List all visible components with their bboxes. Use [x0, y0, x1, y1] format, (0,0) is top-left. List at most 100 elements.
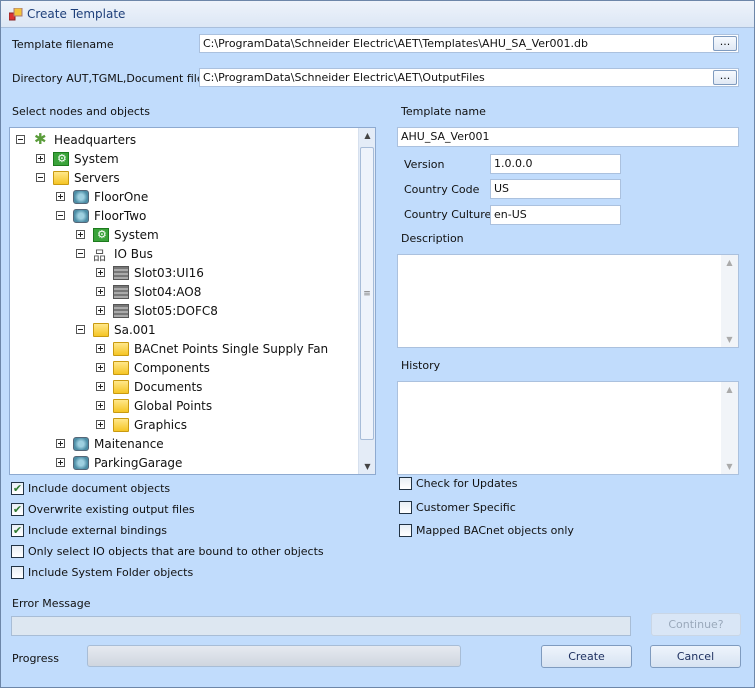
- node-tree[interactable]: ▲ ≡ ▼ Headquarters System Servers FloorOne F…: [9, 127, 376, 475]
- folder-icon: [113, 379, 129, 394]
- checked-checkbox-icon[interactable]: ✔: [11, 482, 24, 495]
- unchecked-checkbox-icon[interactable]: [399, 501, 412, 514]
- system-icon: [93, 227, 109, 242]
- country-culture-label: Country Culture: [404, 208, 492, 221]
- scroll-up-icon[interactable]: ▲: [359, 131, 375, 140]
- tree-node[interactable]: FloorOne: [56, 187, 148, 206]
- tree-node-label: Maitenance: [94, 436, 164, 451]
- expand-icon[interactable]: [96, 401, 105, 410]
- collapse-icon[interactable]: [56, 211, 65, 220]
- tree-node[interactable]: BACnet Points Single Supply Fan: [96, 339, 328, 358]
- checkbox-option[interactable]: Customer Specific: [399, 501, 516, 514]
- tree-node[interactable]: Servers: [36, 168, 120, 187]
- window-title: Create Template: [27, 7, 126, 21]
- expand-icon[interactable]: [96, 268, 105, 277]
- tree-node[interactable]: IO Bus: [76, 244, 153, 264]
- browse-filename-button[interactable]: ...: [713, 36, 737, 51]
- tree-node[interactable]: ParkingGarage: [56, 453, 182, 472]
- checkbox-option[interactable]: Only select IO objects that are bound to…: [11, 545, 324, 558]
- system-icon: [53, 151, 69, 166]
- description-textarea[interactable]: ▲ ▼: [397, 254, 739, 348]
- expand-icon[interactable]: [56, 192, 65, 201]
- folder-icon: [53, 170, 69, 185]
- cancel-button[interactable]: Cancel: [650, 645, 741, 668]
- country-culture-input[interactable]: en-US: [490, 205, 621, 225]
- create-button[interactable]: Create: [541, 645, 632, 668]
- unchecked-checkbox-icon[interactable]: [11, 566, 24, 579]
- scroll-thumb[interactable]: ≡: [360, 147, 374, 440]
- folder-icon: [113, 341, 129, 356]
- checkbox-option[interactable]: ✔ Include document objects: [11, 482, 170, 495]
- tree-node[interactable]: Headquarters: [16, 130, 136, 149]
- collapse-icon[interactable]: [16, 135, 25, 144]
- expand-icon[interactable]: [96, 306, 105, 315]
- tree-node[interactable]: Components: [96, 358, 210, 377]
- progress-label: Progress: [12, 652, 59, 665]
- title-bar: Create Template: [1, 1, 754, 28]
- expand-icon[interactable]: [56, 458, 65, 467]
- tree-node[interactable]: Sa.001: [76, 320, 156, 339]
- tree-node-label: Servers: [74, 170, 120, 185]
- template-filename-input[interactable]: C:\ProgramData\Schneider Electric\AET\Te…: [199, 34, 739, 53]
- collapse-icon[interactable]: [76, 249, 85, 258]
- checked-checkbox-icon[interactable]: ✔: [11, 503, 24, 516]
- unchecked-checkbox-icon[interactable]: [11, 545, 24, 558]
- expand-icon[interactable]: [96, 363, 105, 372]
- tree-node-label: Sa.001: [114, 322, 156, 337]
- expand-icon[interactable]: [96, 382, 105, 391]
- expand-icon[interactable]: [96, 287, 105, 296]
- browse-directory-button[interactable]: ...: [713, 70, 737, 85]
- checkbox-option[interactable]: Include System Folder objects: [11, 566, 193, 579]
- tree-node-label: Components: [134, 360, 210, 375]
- folder-icon: [93, 322, 109, 337]
- tree-node-label: BACnet Points Single Supply Fan: [134, 341, 329, 356]
- checked-checkbox-icon[interactable]: ✔: [11, 524, 24, 537]
- tree-node[interactable]: FloorTwo: [56, 206, 146, 225]
- server-icon: [73, 208, 89, 223]
- tree-scrollbar[interactable]: ▲ ≡ ▼: [358, 128, 375, 474]
- expand-icon[interactable]: [56, 439, 65, 448]
- tree-node[interactable]: Slot04:AO8: [96, 282, 201, 301]
- tree-node-label: Documents: [134, 379, 203, 394]
- tree-node[interactable]: System: [36, 149, 119, 168]
- tree-node-label: Slot05:DOFC8: [134, 303, 218, 318]
- history-scrollbar[interactable]: ▲ ▼: [721, 382, 738, 474]
- tree-node[interactable]: Maitenance: [56, 434, 164, 453]
- collapse-icon[interactable]: [76, 325, 85, 334]
- tree-node-label: Graphics: [134, 417, 187, 432]
- server-icon: [73, 455, 89, 470]
- tree-node[interactable]: Slot05:DOFC8: [96, 301, 218, 320]
- unchecked-checkbox-icon[interactable]: [399, 524, 412, 537]
- bus-icon: [93, 245, 109, 264]
- description-scrollbar[interactable]: ▲ ▼: [721, 255, 738, 347]
- unchecked-checkbox-icon[interactable]: [399, 477, 412, 490]
- history-textarea[interactable]: ▲ ▼: [397, 381, 739, 475]
- checkbox-option[interactable]: Mapped BACnet objects only: [399, 524, 574, 537]
- checkbox-option[interactable]: Check for Updates: [399, 477, 518, 490]
- checkbox-label: Include document objects: [28, 482, 171, 495]
- tree-node-label: IO Bus: [114, 246, 153, 261]
- tree-node[interactable]: Documents: [96, 377, 202, 396]
- continue-button[interactable]: Continue?: [651, 613, 741, 636]
- expand-icon[interactable]: [96, 344, 105, 353]
- scroll-down-icon[interactable]: ▼: [359, 462, 375, 471]
- select-nodes-label: Select nodes and objects: [12, 105, 150, 118]
- tree-node-label: Slot03:UI16: [134, 265, 204, 280]
- create-template-dialog: Create Template Template filename C:\Pro…: [0, 0, 755, 688]
- tree-node[interactable]: Global Points: [96, 396, 212, 415]
- tree-node-label: System: [74, 151, 119, 166]
- collapse-icon[interactable]: [36, 173, 45, 182]
- expand-icon[interactable]: [36, 154, 45, 163]
- version-input[interactable]: 1.0.0.0: [490, 154, 621, 174]
- country-code-input[interactable]: US: [490, 179, 621, 199]
- template-name-input[interactable]: AHU_SA_Ver001: [397, 127, 739, 147]
- checkbox-label: Only select IO objects that are bound to…: [28, 545, 324, 558]
- checkbox-option[interactable]: ✔ Overwrite existing output files: [11, 503, 195, 516]
- checkbox-option[interactable]: ✔ Include external bindings: [11, 524, 167, 537]
- expand-icon[interactable]: [76, 230, 85, 239]
- tree-node[interactable]: Graphics: [96, 415, 187, 434]
- expand-icon[interactable]: [96, 420, 105, 429]
- tree-node[interactable]: System: [76, 225, 159, 244]
- tree-node[interactable]: Slot03:UI16: [96, 263, 204, 282]
- directory-input[interactable]: C:\ProgramData\Schneider Electric\AET\Ou…: [199, 68, 739, 87]
